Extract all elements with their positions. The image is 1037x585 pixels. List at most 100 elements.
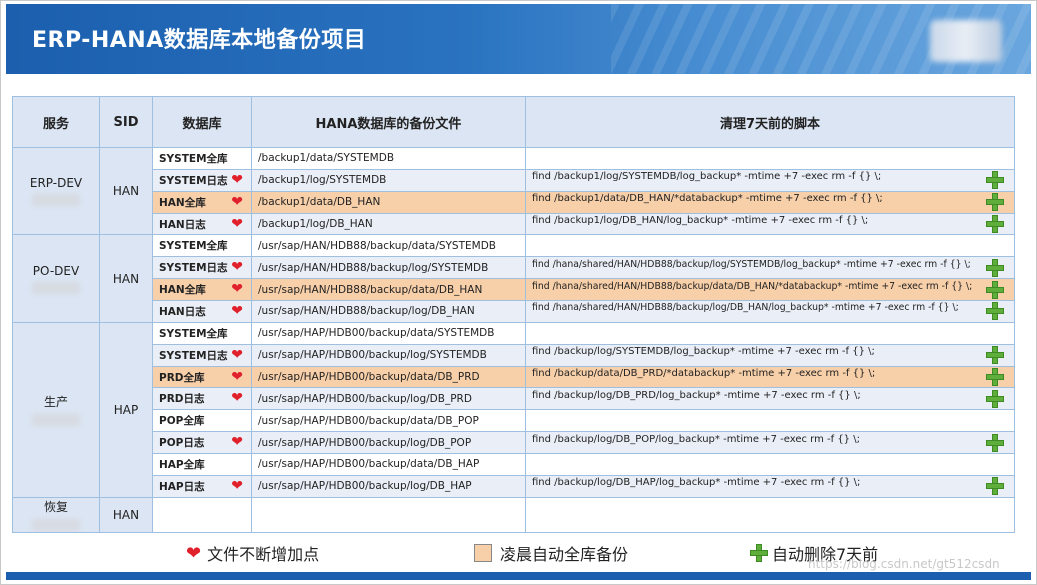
legend-box-label: 凌晨自动全库备份	[500, 545, 629, 564]
cleanup-script-cell: find /backup1/log/SYSTEMDB/log_backup* -…	[525, 168, 1015, 192]
database-cell: POP全库	[152, 409, 252, 433]
backup-path: /usr/sap/HAP/HDB00/backup/log/DB_HAP	[251, 474, 526, 498]
backup-path: /usr/sap/HAN/HDB88/backup/log/DB_HAN	[251, 300, 526, 323]
service-cell: ERP-DEV	[12, 146, 100, 236]
heart-icon: ❤	[231, 434, 243, 451]
database-name: POP全库	[159, 415, 205, 428]
cleanup-script: find /backup/log/DB_PRD/log_backup* -mti…	[532, 389, 861, 401]
cleanup-script: find /backup/log/SYSTEMDB/log_backup* -m…	[532, 346, 875, 358]
heart-icon: ❤	[231, 302, 243, 319]
cleanup-script-cell: find /backup1/log/DB_HAN/log_backup* -mt…	[525, 212, 1015, 236]
backup-path: /backup1/log/SYSTEMDB	[251, 168, 526, 192]
database-name: HAN日志	[159, 305, 206, 318]
slide-title: ERP-HANA数据库本地备份项目	[32, 28, 367, 53]
bottom-bar	[6, 572, 1031, 580]
cleanup-script: find /backup1/log/DB_HAN/log_backup* -mt…	[532, 215, 869, 226]
database-name: SYSTEM全库	[159, 240, 228, 253]
backup-path: /backup1/data/SYSTEMDB	[251, 147, 526, 170]
blurred-label	[32, 281, 80, 294]
heart-icon: ❤	[231, 281, 243, 298]
cleanup-script: find /hana/shared/HAN/HDB88/backup/log/S…	[532, 258, 971, 270]
backup-path: /usr/sap/HAP/HDB00/backup/data/DB_POP	[251, 409, 526, 433]
plus-icon	[986, 302, 1004, 321]
database-name: PRD全库	[159, 371, 205, 384]
table-row: SYSTEM日志 ❤/usr/sap/HAN/HDB88/backup/log/S…	[13, 256, 1015, 280]
heart-icon: ❤	[231, 477, 243, 494]
backup-path: /usr/sap/HAP/HDB00/backup/data/SYSTEMDB	[251, 321, 526, 345]
service-name: ERP-DEV	[29, 176, 83, 191]
table-header-row: 服务 SID 数据库 HANA数据库的备份文件 清理7天前的脚本	[12, 96, 1015, 148]
cleanup-script-cell	[525, 453, 1015, 476]
legend-heart-label: 文件不断增加点	[207, 545, 320, 564]
plus-icon	[986, 477, 1004, 496]
table-row: SYSTEM日志 ❤/usr/sap/HAP/HDB00/backup/log/S…	[13, 343, 1015, 367]
database-name: HAN全库	[159, 284, 206, 297]
table-row: POP日志 ❤ /usr/sap/HAP/HDB00/backup/log/DB_P…	[13, 431, 1015, 455]
header-service: 服务	[12, 96, 100, 148]
plus-icon	[986, 389, 1004, 408]
sid-cell: HAN	[99, 496, 153, 534]
database-cell: PRD全库 ❤	[152, 365, 252, 389]
service-name: 生产	[43, 395, 68, 410]
table-row: PO-DEV HAN SYSTEM全库/usr/sap/HAN/HDB88/back…	[12, 234, 1015, 323]
cleanup-script-cell: find /backup/data/DB_PRD/*databackup* -m…	[525, 365, 1015, 389]
service-name: 恢复	[43, 500, 68, 515]
heart-icon: ❤	[231, 390, 243, 407]
cleanup-script: find /backup/log/DB_POP/log_backup* -mti…	[532, 433, 860, 445]
database-cell: HAP全库	[152, 453, 252, 476]
backup-path: /usr/sap/HAN/HDB88/backup/data/DB_HAN	[251, 278, 526, 302]
backup-path: /usr/sap/HAP/HDB00/backup/log/DB_PRD	[251, 387, 526, 411]
service-name: PO-DEV	[32, 263, 80, 278]
plus-icon	[986, 215, 1004, 233]
database-name: HAP日志	[159, 480, 205, 493]
legend-heart: ❤ 文件不断增加点	[186, 541, 319, 565]
database-cell: SYSTEM全库	[152, 234, 252, 258]
service-cell: PO-DEV	[12, 234, 100, 323]
backup-path: /usr/sap/HAN/HDB88/backup/log/SYSTEMDB	[251, 256, 526, 280]
heart-icon: ❤	[231, 346, 243, 363]
database-name: POP日志	[159, 437, 205, 450]
legend-box: 凌晨自动全库备份	[474, 541, 628, 565]
table-row: SYSTEM日志 ❤/backup1/log/SYSTEMDB find /back…	[13, 168, 1015, 192]
cleanup-script: find /backup/data/DB_PRD/*databackup* -m…	[532, 368, 876, 380]
heart-icon: ❤	[231, 368, 243, 385]
sid-cell: HAN	[99, 146, 153, 236]
table-row: PRD全库 ❤ /usr/sap/HAP/HDB00/backup/data/DB_…	[13, 365, 1015, 389]
cleanup-script-cell: find /backup/log/DB_POP/log_backup* -mti…	[525, 431, 1015, 455]
plus-icon	[986, 368, 1004, 387]
cleanup-script: find /backup1/data/DB_HAN/*databackup* -…	[532, 193, 883, 205]
database-name: SYSTEM日志	[159, 262, 228, 275]
database-name: PRD日志	[159, 393, 205, 406]
heart-icon: ❤	[186, 542, 202, 564]
blurred-logo	[930, 20, 1002, 62]
backup-table: 服务 SID 数据库 HANA数据库的备份文件 清理7天前的脚本 ERP-DEV…	[12, 96, 1015, 534]
database-cell: HAN日志 ❤	[152, 212, 252, 236]
database-cell: SYSTEM日志 ❤	[152, 256, 252, 280]
cleanup-script-cell	[525, 496, 1015, 534]
database-name: HAP全库	[159, 458, 205, 471]
plus-icon	[986, 346, 1004, 365]
plus-icon	[986, 433, 1004, 452]
backup-path: /usr/sap/HAP/HDB00/backup/data/DB_HAP	[251, 453, 526, 476]
backup-path: /usr/sap/HAP/HDB00/backup/log/DB_POP	[251, 431, 526, 455]
database-cell: SYSTEM日志 ❤	[152, 168, 252, 192]
heart-icon: ❤	[231, 193, 243, 210]
table-row: 生产 HAP SYSTEM全库/usr/sap/HAP/HDB00/backup/d…	[12, 321, 1015, 498]
table-row: 恢复 HAN	[12, 496, 1015, 534]
table-row: HAP日志 ❤ /usr/sap/HAP/HDB00/backup/log/DB_H…	[13, 474, 1015, 498]
database-cell: SYSTEM全库	[152, 321, 252, 345]
table-row: HAN日志 ❤ /backup1/log/DB_HAN find /backup1/l…	[13, 212, 1015, 236]
backup-path: /usr/sap/HAN/HDB88/backup/data/SYSTEMDB	[251, 234, 526, 258]
database-cell: PRD日志 ❤	[152, 387, 252, 411]
database-cell: HAP日志 ❤	[152, 474, 252, 498]
backup-path: /usr/sap/HAP/HDB00/backup/data/DB_PRD	[251, 365, 526, 389]
header-database: 数据库	[152, 96, 252, 148]
plus-icon	[986, 171, 1004, 190]
table-row: HAN日志 ❤ /usr/sap/HAN/HDB88/backup/log/DB_H…	[13, 300, 1015, 323]
cleanup-script: find /backup/log/DB_HAP/log_backup* -mti…	[532, 477, 861, 489]
backup-path: /backup1/log/DB_HAN	[251, 212, 526, 236]
table-row: POP全库/usr/sap/HAP/HDB00/backup/data/DB_P…	[13, 409, 1015, 433]
plus-icon	[986, 193, 1004, 212]
database-cell: POP日志 ❤	[152, 431, 252, 455]
table-body: ERP-DEV HAN SYSTEM全库/backup1/data/SYSTEMDB…	[12, 146, 1015, 534]
